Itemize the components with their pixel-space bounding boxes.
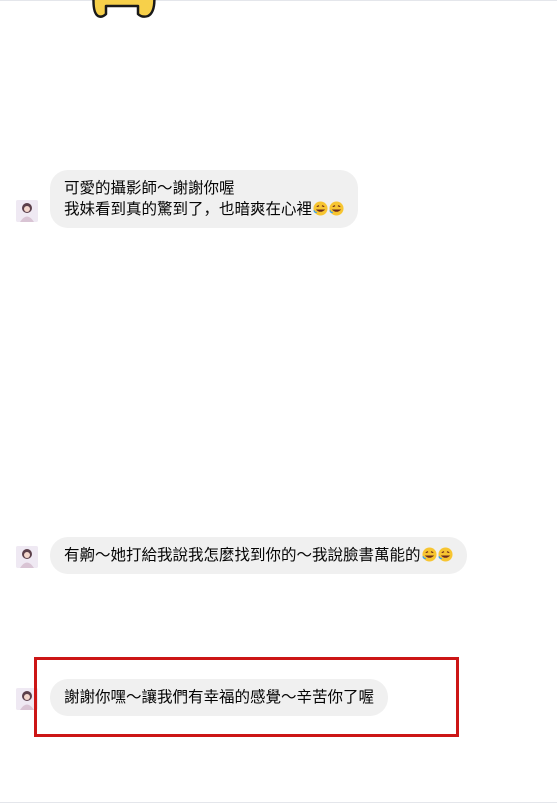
- avatar[interactable]: [16, 546, 38, 568]
- rofl-emoji-icon: [313, 201, 328, 216]
- message-bubble[interactable]: 有齁～她打給我說我怎麼找到你的～我說臉書萬能的: [50, 537, 467, 574]
- avatar-photo-icon: [16, 546, 38, 568]
- rofl-emoji-icon: [437, 547, 453, 562]
- highlight-annotation-box: [34, 657, 459, 737]
- message-row: 可愛的攝影師～謝謝你喔 我妹看到真的驚到了，也暗爽在心裡: [16, 170, 359, 228]
- message-bubble[interactable]: 可愛的攝影師～謝謝你喔 我妹看到真的驚到了，也暗爽在心裡: [50, 170, 359, 228]
- message-text: 可愛的攝影師～謝謝你喔: [64, 179, 235, 197]
- avatar-photo-icon: [16, 200, 38, 222]
- message-row: 有齁～她打給我說我怎麼找到你的～我說臉書萬能的: [16, 537, 467, 574]
- message-text: 我妹看到真的驚到了，也暗爽在心裡: [64, 199, 344, 220]
- rofl-emoji-icon: [329, 201, 344, 216]
- sticker-image[interactable]: [86, 0, 166, 22]
- avatar[interactable]: [16, 200, 38, 222]
- top-divider: [0, 0, 557, 1]
- rofl-emoji-icon: [421, 547, 437, 562]
- message-text: 有齁～她打給我說我怎麼找到你的～我說臉書萬能的: [64, 545, 453, 566]
